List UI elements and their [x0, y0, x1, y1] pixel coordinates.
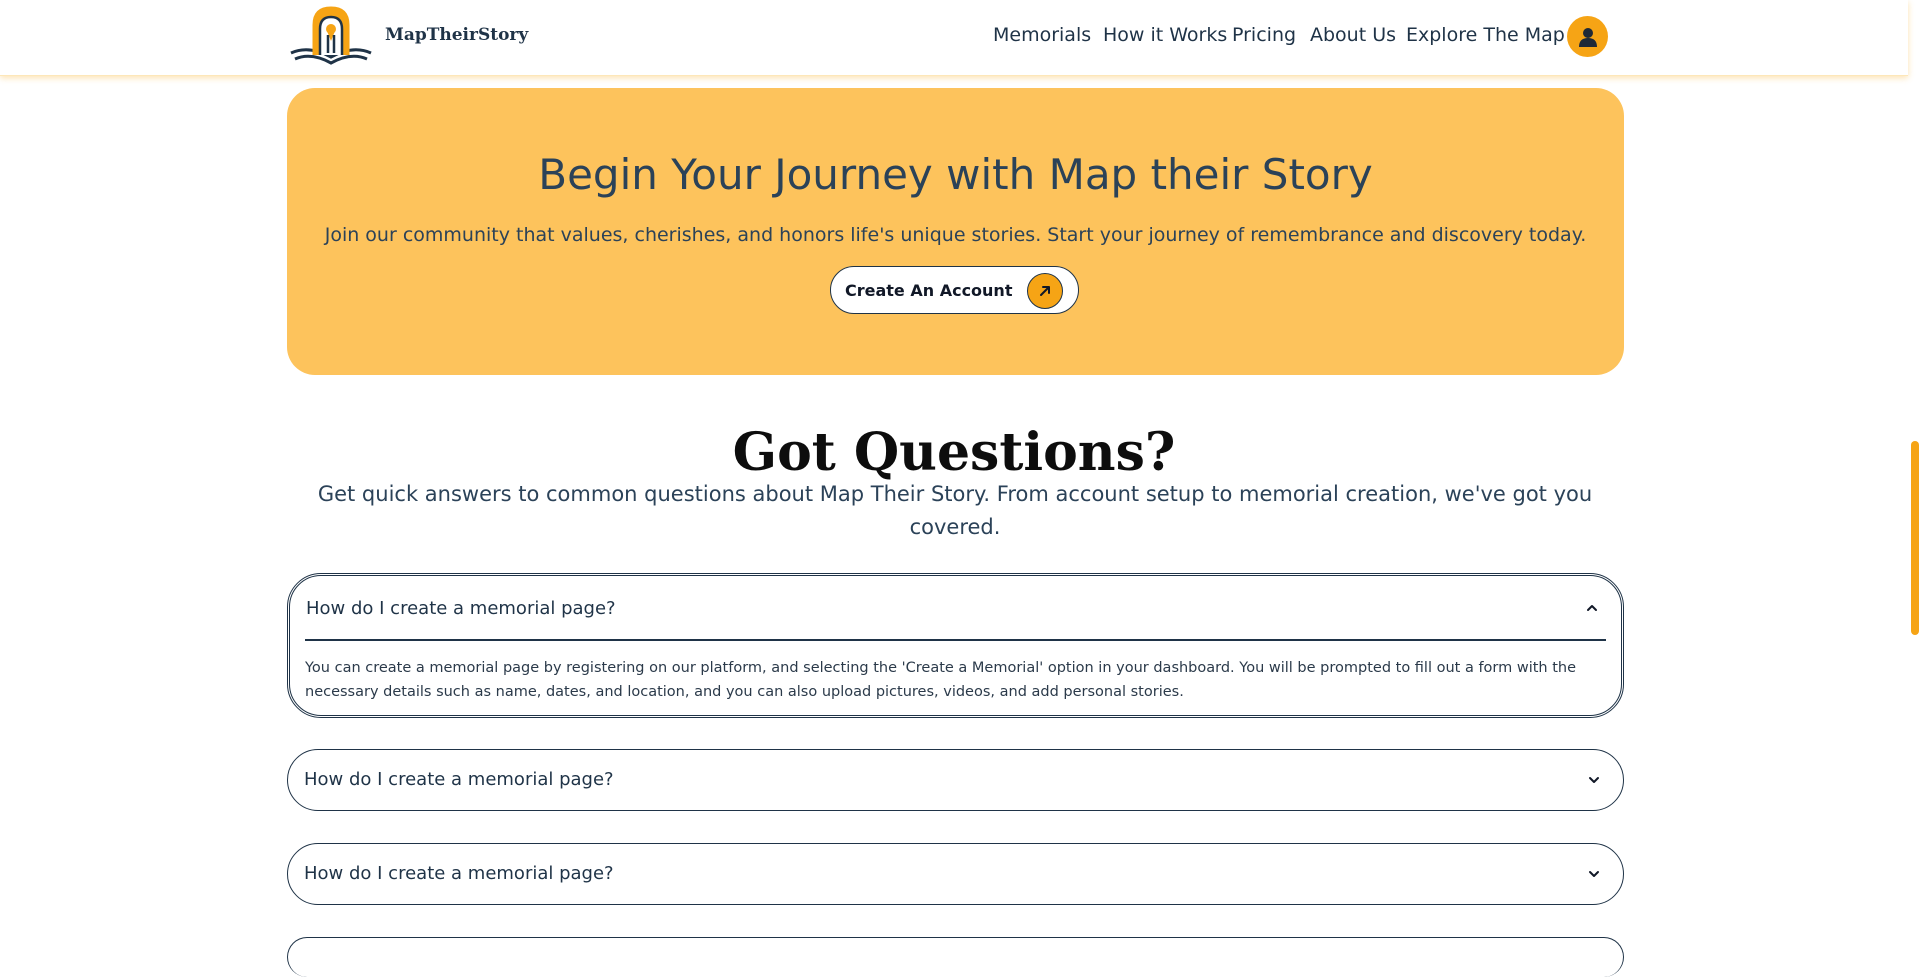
scrollbar-thumb[interactable]: [1911, 441, 1919, 635]
chevron-down-icon[interactable]: [1587, 867, 1601, 881]
faq-item-1[interactable]: How do I create a memorial page? You can…: [287, 573, 1624, 718]
nav-pricing[interactable]: Pricing: [1232, 24, 1296, 46]
brand-logo[interactable]: [287, 5, 375, 69]
faq-question[interactable]: How do I create a memorial page?: [304, 769, 614, 790]
faq-question[interactable]: How do I create a memorial page?: [304, 863, 614, 884]
cta-title: Begin Your Journey with Map their Story: [538, 150, 1373, 199]
faq-answer: You can create a memorial page by regist…: [305, 660, 1577, 700]
site-header: MapTheirStory Memorials How it Works Pri…: [0, 0, 1908, 76]
brand-name[interactable]: MapTheirStory: [385, 25, 528, 45]
cta-subtitle: Join our community that values, cherishe…: [324, 224, 1587, 246]
faq-title: Got Questions?: [732, 422, 1176, 483]
user-icon: [1578, 27, 1597, 47]
chevron-up-icon[interactable]: [1585, 601, 1599, 615]
nav-how-it-works[interactable]: How it Works: [1103, 24, 1227, 46]
faq-question[interactable]: How do I create a memorial page?: [306, 598, 616, 619]
faq-subtitle: Get quick answers to common questions ab…: [317, 482, 1593, 539]
create-account-button[interactable]: Create An Account: [830, 266, 1079, 314]
nav-memorials[interactable]: Memorials: [993, 24, 1091, 46]
faq-item-3[interactable]: How do I create a memorial page?: [287, 843, 1624, 905]
faq-item-2[interactable]: How do I create a memorial page?: [287, 749, 1624, 811]
create-account-label: Create An Account: [845, 281, 1013, 300]
faq-item-4[interactable]: [287, 937, 1624, 977]
nav-explore-the-map[interactable]: Explore The Map: [1406, 24, 1565, 46]
faq-divider: [305, 639, 1606, 641]
cta-banner: Begin Your Journey with Map their Story …: [287, 88, 1624, 375]
chevron-down-icon[interactable]: [1587, 773, 1601, 787]
account-avatar-button[interactable]: [1567, 16, 1608, 57]
arrow-up-right-icon: [1027, 273, 1063, 309]
nav-about-us[interactable]: About Us: [1310, 24, 1396, 46]
